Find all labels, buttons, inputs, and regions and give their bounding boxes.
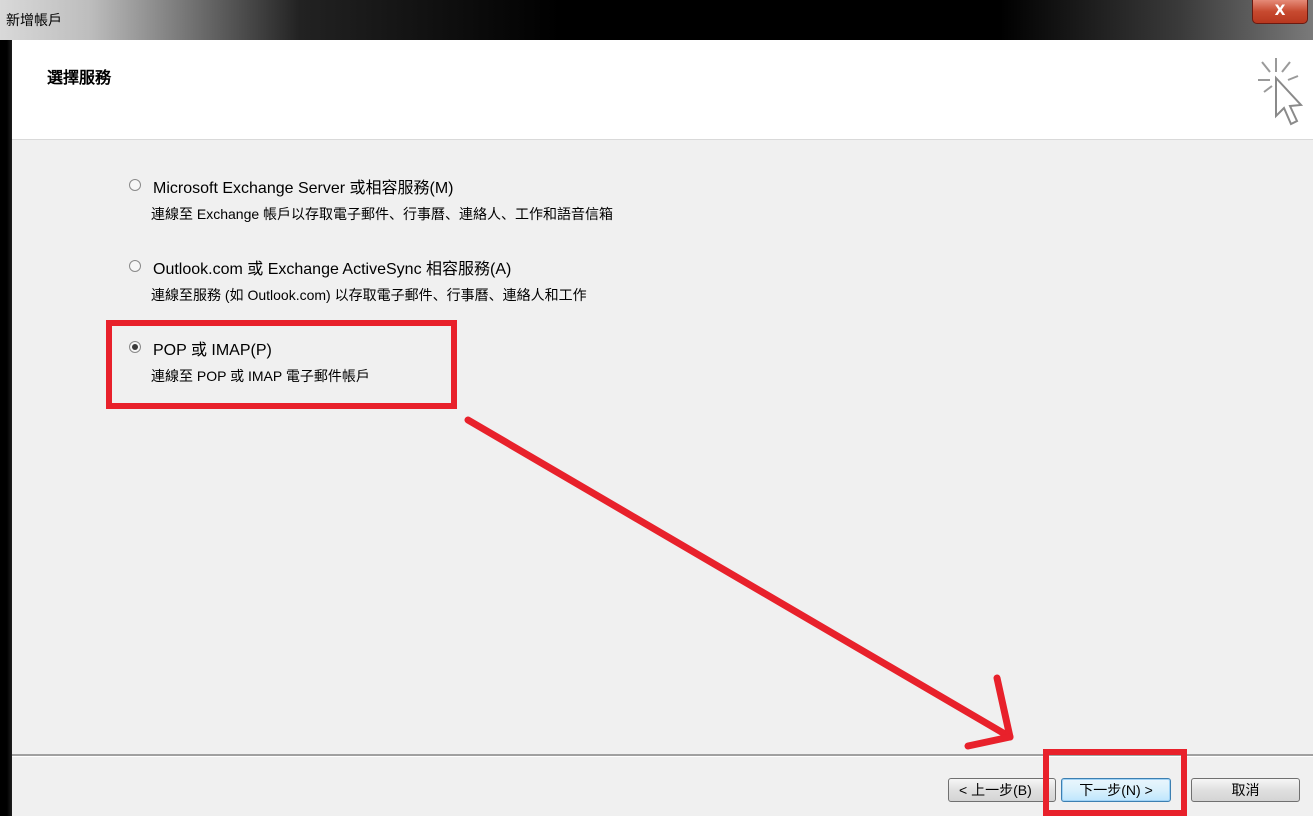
close-button[interactable]: X bbox=[1252, 0, 1308, 24]
next-button[interactable]: 下一步(N) > bbox=[1061, 778, 1171, 802]
radio-exchange[interactable] bbox=[129, 179, 141, 191]
option-activesync-label[interactable]: Outlook.com 或 Exchange ActiveSync 相容服務(A… bbox=[153, 255, 511, 279]
option-pop-imap-description: 連線至 POP 或 IMAP 電子郵件帳戶 bbox=[151, 368, 370, 384]
add-account-dialog: 新增帳戶 X 選擇服務 Microsoft Exchange Server 或相… bbox=[0, 0, 1313, 816]
radio-pop-imap[interactable] bbox=[129, 341, 141, 353]
close-icon: X bbox=[1274, 3, 1286, 19]
option-pop-imap-label[interactable]: POP 或 IMAP(P) bbox=[153, 336, 272, 360]
wizard-header: 選擇服務 bbox=[12, 40, 1313, 140]
wizard-cursor-icon bbox=[1258, 58, 1304, 126]
title-bar[interactable]: 新增帳戶 X bbox=[0, 0, 1313, 40]
cancel-button[interactable]: 取消 bbox=[1191, 778, 1300, 802]
wizard-content bbox=[12, 140, 1313, 754]
window-title: 新增帳戶 bbox=[6, 13, 62, 29]
page-title: 選擇服務 bbox=[47, 68, 112, 87]
option-activesync-description: 連線至服務 (如 Outlook.com) 以存取電子郵件、行事曆、連絡人和工作 bbox=[151, 287, 587, 303]
option-exchange-description: 連線至 Exchange 帳戶以存取電子郵件、行事曆、連絡人、工作和語音信箱 bbox=[151, 206, 614, 222]
radio-activesync[interactable] bbox=[129, 260, 141, 272]
window-edge bbox=[0, 40, 12, 816]
option-exchange-label[interactable]: Microsoft Exchange Server 或相容服務(M) bbox=[153, 174, 454, 198]
back-button[interactable]: < 上一步(B) bbox=[948, 778, 1056, 802]
